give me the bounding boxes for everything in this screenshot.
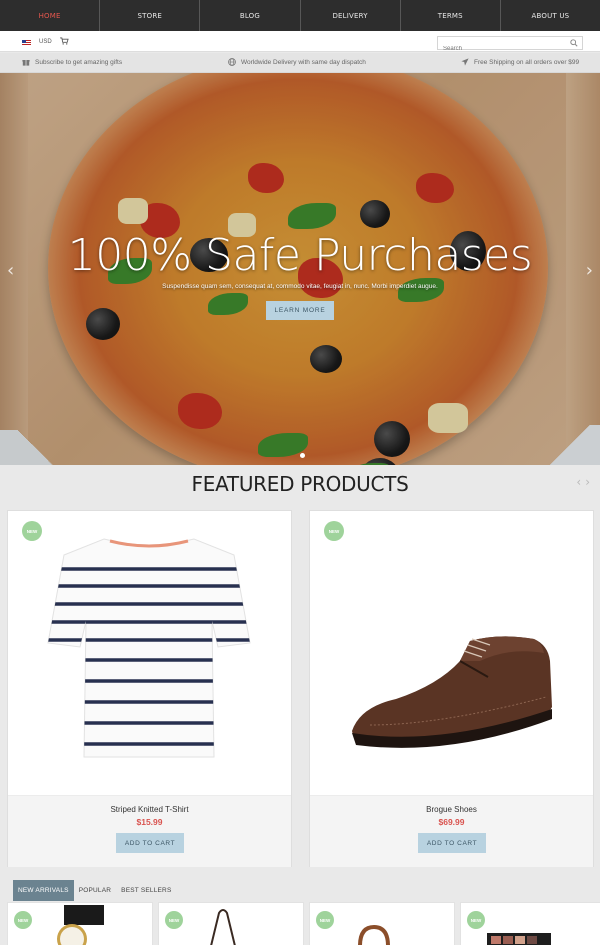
learn-more-button[interactable]: LEARN MORE (266, 301, 334, 320)
new-badge: NEW (316, 911, 334, 929)
mini-product-card[interactable]: NEW (460, 902, 600, 945)
new-badge: NEW (324, 521, 344, 541)
product-name[interactable]: Brogue Shoes (310, 805, 593, 814)
info-text-shipping: Free Shipping on all orders over $99 (474, 58, 580, 66)
brogue-shoe-image (352, 636, 552, 748)
info-text-gifts: Subscribe to get amazing gifts (35, 58, 123, 66)
product-tabs: NEW ARRIVALS POPULAR BEST SELLERS (13, 880, 177, 901)
nav-item-about-us[interactable]: ABOUT US (499, 0, 600, 31)
tab-best-sellers[interactable]: BEST SELLERS (116, 880, 176, 901)
nav-item-store[interactable]: STORE (99, 0, 199, 31)
product-card[interactable]: NEW Striped Knitted T-Shirt $15.99 ADD T… (7, 510, 292, 867)
info-item-delivery: Worldwide Delivery with same day dispatc… (228, 58, 366, 66)
add-to-cart-button[interactable]: ADD TO CART (418, 833, 486, 853)
top-bar: USD (0, 31, 600, 55)
nav-item-terms[interactable]: TERMS (399, 0, 500, 31)
main-nav: HOME STORE BLOG DELIVERY TERMS ABOUT US (0, 0, 600, 31)
hero-slider: 100% Safe Purchases Suspendisse quam sem… (0, 73, 600, 465)
product-price: $15.99 (136, 817, 163, 827)
mini-product-card[interactable]: NEW (309, 902, 455, 945)
hero-title: 100% Safe Purchases (67, 230, 533, 281)
search-box (437, 36, 583, 55)
slider-prev-arrow[interactable]: ‹ (7, 260, 14, 281)
globe-icon (228, 58, 236, 66)
featured-products-title: FEATURED PRODUCTS (191, 472, 409, 496)
info-item-shipping: Free Shipping on all orders over $99 (461, 58, 579, 66)
mini-product-card[interactable]: NEW (158, 902, 304, 945)
info-bar: Subscribe to get amazing gifts Worldwide… (0, 53, 600, 73)
gift-icon (22, 60, 30, 66)
slider-dot[interactable] (300, 453, 305, 458)
cart-icon[interactable] (60, 37, 69, 45)
nav-item-blog[interactable]: BLOG (199, 0, 299, 31)
product-name[interactable]: Striped Knitted T-Shirt (8, 805, 291, 814)
product-image-tshirt[interactable]: NEW (8, 511, 291, 795)
product-card[interactable]: NEW Brogue Shoes $69.99 ADD TO CART (309, 510, 594, 867)
plane-icon (461, 58, 469, 66)
product-card-footer: Striped Knitted T-Shirt $15.99 ADD TO CA… (8, 795, 291, 867)
currency-selector[interactable]: USD (39, 39, 52, 45)
new-badge: NEW (467, 911, 485, 929)
new-badge: NEW (165, 911, 183, 929)
striped-tshirt-image (47, 538, 251, 758)
tab-popular[interactable]: POPULAR (74, 880, 116, 901)
nav-item-delivery[interactable]: DELIVERY (299, 0, 400, 31)
nav-item-home[interactable]: HOME (0, 0, 99, 31)
featured-carousel-arrows[interactable]: ‹› (576, 475, 594, 489)
product-price: $69.99 (438, 817, 465, 827)
search-icon[interactable] (570, 39, 578, 47)
add-to-cart-button[interactable]: ADD TO CART (116, 833, 184, 853)
slider-dots (300, 453, 305, 458)
new-badge: NEW (22, 521, 42, 541)
mini-product-card[interactable]: NEW (7, 902, 153, 945)
hero-subtitle: Suspendisse quam sem, consequat at, comm… (162, 283, 438, 290)
info-item-gifts: Subscribe to get amazing gifts (22, 58, 122, 66)
product-image-shoes[interactable]: NEW (310, 511, 593, 795)
info-text-delivery: Worldwide Delivery with same day dispatc… (241, 58, 366, 66)
us-flag-icon[interactable] (22, 40, 31, 46)
product-card-footer: Brogue Shoes $69.99 ADD TO CART (310, 795, 593, 867)
new-badge: NEW (14, 911, 32, 929)
slider-next-arrow[interactable]: › (586, 260, 593, 281)
tab-new-arrivals[interactable]: NEW ARRIVALS (13, 880, 74, 901)
